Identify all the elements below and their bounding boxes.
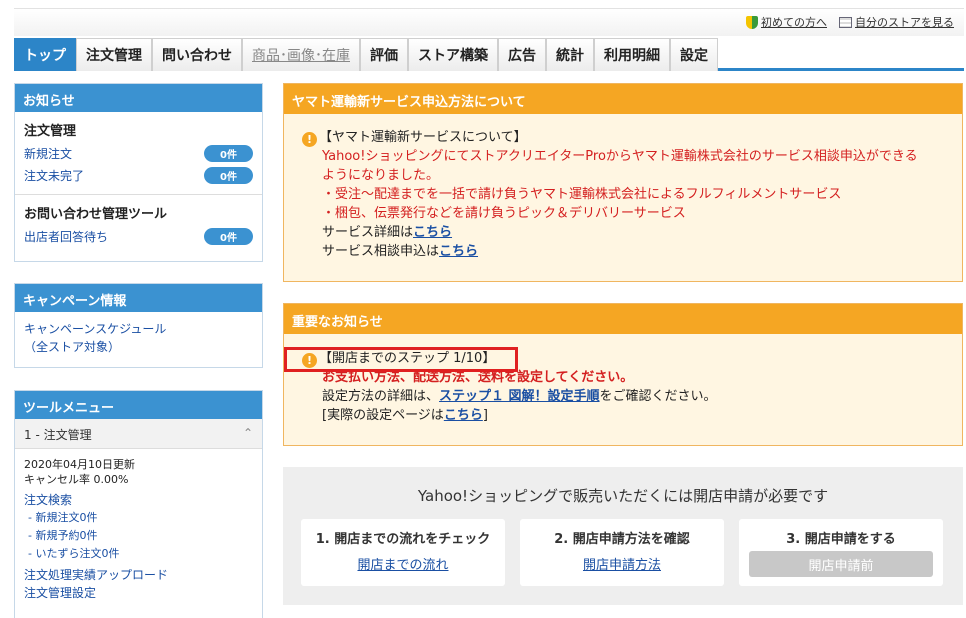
yamato-line2: ようになりました。 <box>322 168 440 183</box>
shield-icon <box>746 15 758 29</box>
mischief-orders-link[interactable]: - いたずら注文0件 <box>24 545 253 563</box>
news-title: お知らせ <box>15 84 262 112</box>
new-order-row[interactable]: 新規注文 0件 <box>24 142 253 164</box>
main-nav: トップ 注文管理 問い合わせ 商品･画像･在庫 評価 ストア構築 広告 統計 利… <box>14 38 964 71</box>
guide-suffix: をご確認ください。 <box>599 389 717 404</box>
first-time-link[interactable]: 初めての方へ <box>761 14 827 30</box>
card3-title: 3. 開店申請をする <box>786 532 896 547</box>
new-reserve-link[interactable]: - 新規予約0件 <box>24 527 253 545</box>
order-search-link[interactable]: 注文検索 <box>24 491 253 509</box>
yamato-line1: Yahoo!ショッピングにてストアクリエイターProからヤマト運輸株式会社のサー… <box>322 149 918 164</box>
service-detail-link[interactable]: こちら <box>413 225 452 240</box>
order-mgmt-accordion[interactable]: 1 - 注文管理 ⌃ <box>15 419 262 449</box>
service-detail-label: サービス詳細は <box>322 225 414 240</box>
tab-settings[interactable]: 設定 <box>670 38 718 71</box>
cancel-rate: キャンセル率 0.00% <box>24 473 129 486</box>
yamato-heading: 【ヤマト運輸新サービスについて】 <box>319 130 527 145</box>
actual-suffix: ] <box>482 408 488 423</box>
order-settings-link[interactable]: 注文管理設定 <box>24 584 253 602</box>
card2-title: 2. 開店申請方法を確認 <box>554 532 690 547</box>
service-consult-link[interactable]: こちら <box>439 244 478 259</box>
tab-products[interactable]: 商品･画像･在庫 <box>242 38 360 71</box>
view-store-link[interactable]: 自分のストアを見る <box>855 14 954 30</box>
tab-billing[interactable]: 利用明細 <box>594 38 670 71</box>
info-icon: ! <box>302 132 317 147</box>
chevron-up-icon[interactable]: ⌃ <box>243 426 253 441</box>
new-orders-link[interactable]: - 新規注文0件 <box>24 509 253 527</box>
tab-store-build[interactable]: ストア構築 <box>408 38 498 71</box>
apply-card-flow: 1. 開店までの流れをチェック 開店までの流れ <box>301 519 505 586</box>
order-mgmt-title: 注文管理 <box>24 124 77 139</box>
important-title: 重要なお知らせ <box>284 304 962 334</box>
method-link[interactable]: 開店申請方法 <box>583 554 661 573</box>
store-apply-section: Yahoo!ショッピングで販売いただくには開店申請が必要です 1. 開店までの流… <box>283 467 963 605</box>
unfinished-count-badge[interactable]: 0件 <box>204 166 253 184</box>
tab-top[interactable]: トップ <box>14 38 76 71</box>
awaiting-reply-label[interactable]: 出店者回答待ち <box>24 228 108 245</box>
tab-orders[interactable]: 注文管理 <box>76 38 152 71</box>
campaign-all-stores[interactable]: （全ストア対象） <box>24 338 253 356</box>
view-store-link-wrap[interactable]: 自分のストアを見る <box>839 14 954 30</box>
important-panel: 重要なお知らせ ! 【開店までのステップ 1/10】 お支払い方法、配送方法、送料… <box>283 303 963 446</box>
campaign-title: キャンペーン情報 <box>15 284 262 312</box>
campaign-schedule-link[interactable]: キャンペーンスケジュール <box>24 320 253 338</box>
unfinished-order-label[interactable]: 注文未完了 <box>24 167 84 184</box>
tab-ads[interactable]: 広告 <box>498 38 546 71</box>
card1-title: 1. 開店までの流れをチェック <box>315 532 491 547</box>
awaiting-reply-row[interactable]: 出店者回答待ち 0件 <box>24 225 253 247</box>
actual-prefix: [実際の設定ページは <box>322 408 444 423</box>
service-consult-label: サービス相談申込は <box>322 244 440 259</box>
yamato-title: ヤマト運輸新サービス申込方法について <box>284 84 962 114</box>
tab-reviews[interactable]: 評価 <box>360 38 408 71</box>
yamato-line4: ・梱包、伝票発行などを請け負うピック＆デリバリーサービス <box>322 206 686 221</box>
tool-menu-box: ツールメニュー 1 - 注文管理 ⌃ 2020年04月10日更新 キャンセル率 … <box>14 390 263 618</box>
actual-settings-link[interactable]: こちら <box>444 408 483 423</box>
new-order-count-badge[interactable]: 0件 <box>204 144 253 162</box>
upload-link[interactable]: 注文処理実績アップロード <box>24 566 253 584</box>
first-time-link-wrap[interactable]: 初めての方へ <box>746 14 827 30</box>
guide-link[interactable]: ステップ１ 図解！設定手順 <box>439 389 600 404</box>
yamato-panel: ヤマト運輸新サービス申込方法について ! 【ヤマト運輸新サービスについて】 Yah… <box>283 83 963 282</box>
updated-date: 2020年04月10日更新 <box>24 458 135 471</box>
news-box: お知らせ 注文管理 新規注文 0件 注文未完了 0件 お問い合わせ管理ツール 出… <box>14 83 263 262</box>
top-links: 初めての方へ 自分のストアを見る <box>746 14 954 30</box>
apply-card-submit: 3. 開店申請をする 開店申請前 <box>739 519 943 586</box>
tab-stats[interactable]: 統計 <box>546 38 594 71</box>
accordion-label: 1 - 注文管理 <box>24 428 92 442</box>
step-highlight-box <box>284 347 518 372</box>
unfinished-order-row[interactable]: 注文未完了 0件 <box>24 164 253 186</box>
flow-link[interactable]: 開店までの流れ <box>357 554 448 573</box>
yamato-line3: ・受注～配達までを一括で請け負うヤマト運輸株式会社によるフルフィルメントサービス <box>322 187 842 202</box>
awaiting-count-badge[interactable]: 0件 <box>204 227 253 245</box>
new-order-label[interactable]: 新規注文 <box>24 145 72 162</box>
inquiry-tool-title: お問い合わせ管理ツール <box>24 207 168 222</box>
campaign-box: キャンペーン情報 キャンペーンスケジュール （全ストア対象） <box>14 283 263 368</box>
tool-menu-title: ツールメニュー <box>15 391 262 419</box>
apply-submit-button[interactable]: 開店申請前 <box>749 551 933 577</box>
apply-card-method: 2. 開店申請方法を確認 開店申請方法 <box>520 519 724 586</box>
top-bar: 初めての方へ 自分のストアを見る <box>14 8 964 36</box>
guide-prefix: 設定方法の詳細は、 <box>322 389 440 404</box>
store-icon <box>839 16 852 28</box>
apply-title: Yahoo!ショッピングで販売いただくには開店申請が必要です <box>417 487 829 505</box>
tab-inquiries[interactable]: 問い合わせ <box>152 38 242 71</box>
